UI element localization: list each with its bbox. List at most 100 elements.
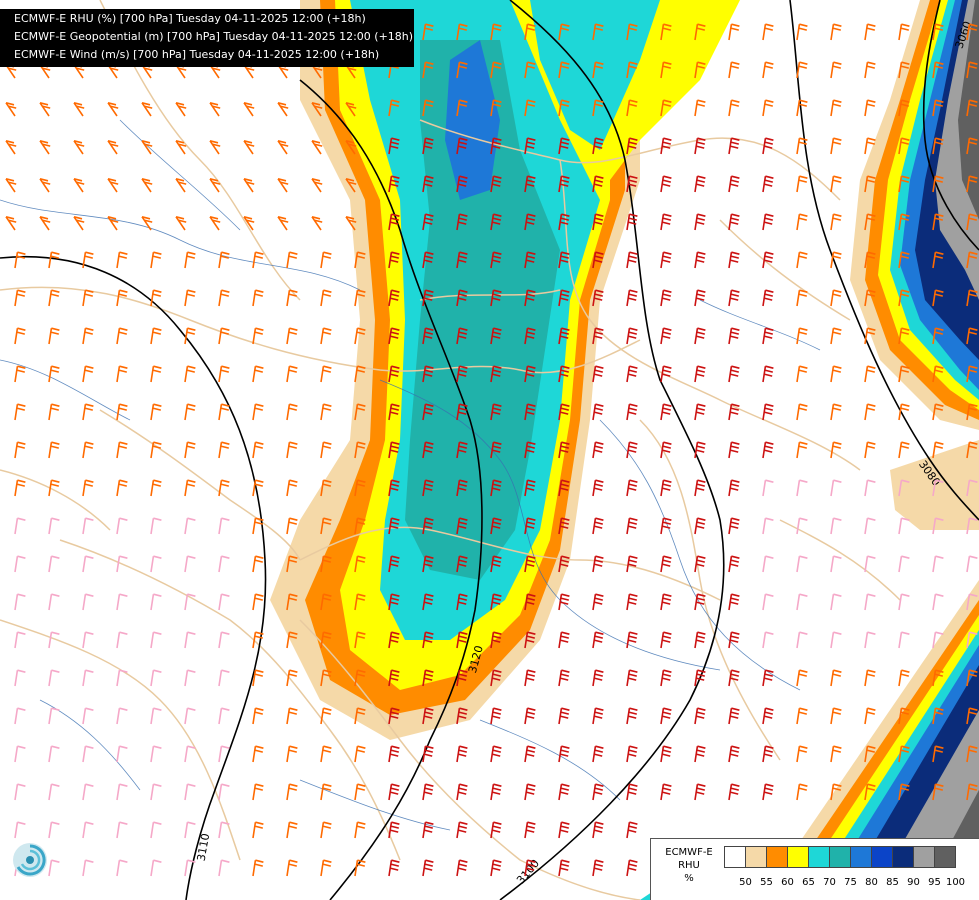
wind-barb xyxy=(82,631,94,649)
wind-barb xyxy=(422,745,434,763)
wind-barb xyxy=(592,745,604,763)
wind-barb xyxy=(141,140,153,155)
wind-barb xyxy=(592,593,604,611)
wind-barb xyxy=(14,821,26,839)
wind-barb xyxy=(320,441,332,459)
legend-swatch xyxy=(913,846,935,868)
wind-barb xyxy=(150,707,162,725)
wind-barb xyxy=(175,178,187,193)
wind-barb xyxy=(762,631,774,649)
wind-barb xyxy=(728,707,740,725)
wind-barb xyxy=(456,745,468,763)
wind-barb xyxy=(73,178,85,193)
wind-barb xyxy=(14,479,26,497)
wind-barb xyxy=(48,327,60,345)
wind-barb xyxy=(864,669,876,687)
wind-barb xyxy=(762,517,774,535)
wind-barb xyxy=(39,140,51,155)
wind-barb xyxy=(286,821,298,839)
wind-barb xyxy=(252,859,264,877)
wind-barb xyxy=(456,859,468,877)
wind-barb xyxy=(277,102,289,117)
legend-title: ECMWF-E RHU % xyxy=(655,846,723,885)
wind-barb xyxy=(592,517,604,535)
wind-barb xyxy=(107,178,119,193)
wind-barb xyxy=(48,745,60,763)
wind-barb xyxy=(728,783,740,801)
wind-barb xyxy=(175,216,187,231)
wind-barb xyxy=(82,441,94,459)
wind-barb xyxy=(898,441,910,459)
wind-barb xyxy=(14,555,26,573)
wind-barb xyxy=(728,745,740,763)
wind-barb xyxy=(82,555,94,573)
wind-barb xyxy=(82,593,94,611)
wind-barb xyxy=(320,403,332,421)
wind-barb xyxy=(796,631,808,649)
wind-barb xyxy=(626,745,638,763)
wind-barb xyxy=(626,783,638,801)
wind-barb xyxy=(218,403,230,421)
wind-barb xyxy=(150,555,162,573)
wind-barb xyxy=(252,289,264,307)
wind-barb xyxy=(39,178,51,193)
wind-barb xyxy=(218,631,230,649)
wind-barb xyxy=(320,251,332,269)
legend-swatch xyxy=(829,846,851,868)
wind-barb xyxy=(82,821,94,839)
wind-barb xyxy=(218,593,230,611)
wind-barb xyxy=(14,403,26,421)
wind-barb xyxy=(830,669,842,687)
wind-barb xyxy=(48,251,60,269)
wind-barb xyxy=(694,555,706,573)
wind-barb xyxy=(524,821,536,839)
wind-barb xyxy=(252,783,264,801)
isoline-3110 xyxy=(0,255,267,900)
wind-barb xyxy=(218,555,230,573)
wind-barb xyxy=(762,327,774,345)
wind-barb xyxy=(864,517,876,535)
wind-barb xyxy=(39,102,51,117)
wind-barb xyxy=(184,669,196,687)
wind-barb xyxy=(660,213,672,231)
wind-barb xyxy=(490,707,502,725)
legend-unit: % xyxy=(684,873,694,884)
wind-barb xyxy=(209,102,221,117)
wind-barb xyxy=(14,289,26,307)
wind-barb xyxy=(694,365,706,383)
wind-barb xyxy=(728,99,740,117)
wind-barb xyxy=(558,821,570,839)
wind-barb xyxy=(626,555,638,573)
wind-barb xyxy=(626,707,638,725)
wind-barb xyxy=(39,216,51,231)
wind-barb xyxy=(277,178,289,193)
wind-barb xyxy=(82,859,94,877)
wind-barb xyxy=(48,707,60,725)
wind-barb xyxy=(286,745,298,763)
wind-barb xyxy=(150,631,162,649)
wind-barb xyxy=(320,821,332,839)
wind-barb xyxy=(48,403,60,421)
wind-barb xyxy=(796,783,808,801)
wind-barb xyxy=(311,178,323,193)
wind-barb xyxy=(14,783,26,801)
wind-barb xyxy=(660,555,672,573)
wind-barb xyxy=(558,669,570,687)
wind-barb xyxy=(728,327,740,345)
wind-barb xyxy=(592,821,604,839)
wind-barb xyxy=(830,175,842,193)
wind-barb xyxy=(796,479,808,497)
wind-barb xyxy=(320,327,332,345)
wind-barb xyxy=(150,783,162,801)
wind-barb xyxy=(116,783,128,801)
wind-barb xyxy=(830,61,842,79)
legend-swatch xyxy=(745,846,767,868)
wind-barb xyxy=(150,327,162,345)
wind-barb xyxy=(184,289,196,307)
wind-barb xyxy=(796,555,808,573)
wind-barb xyxy=(626,821,638,839)
wind-barb xyxy=(830,99,842,117)
wind-barb xyxy=(5,178,17,193)
wind-barb xyxy=(14,593,26,611)
title-rhu: ECMWF-E RHU (%) [700 hPa] Tuesday 04-11-… xyxy=(14,12,366,25)
